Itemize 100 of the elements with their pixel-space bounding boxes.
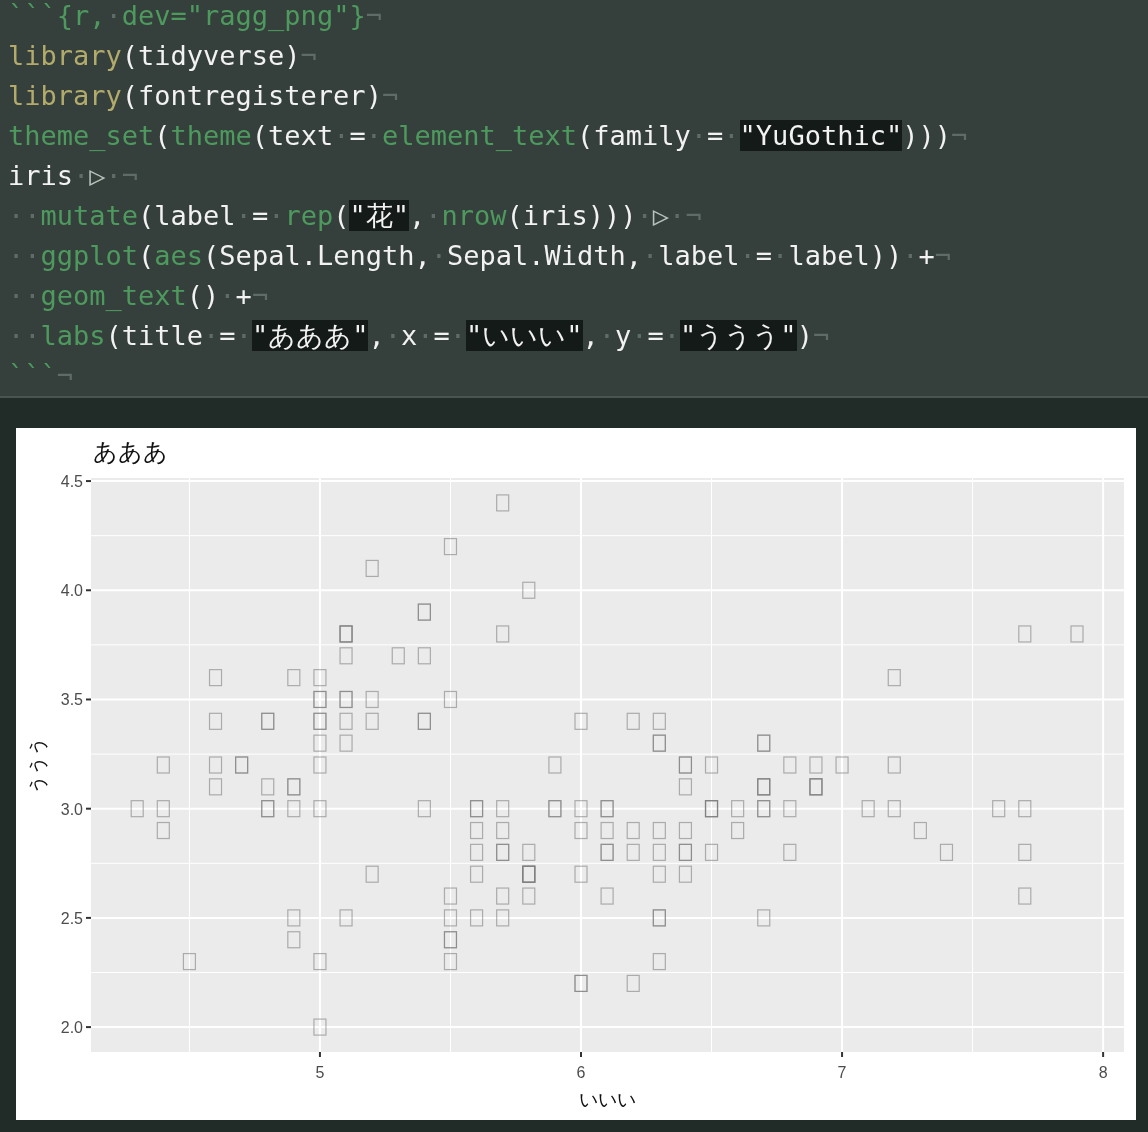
tofu-point — [469, 909, 484, 927]
tofu-point — [365, 559, 379, 577]
code-line: library(tidyverse)¬ — [8, 39, 318, 73]
tofu-point — [652, 865, 666, 883]
x-axis-title: いいい — [579, 1088, 636, 1110]
code-line: ```¬ — [8, 359, 75, 393]
tofu-point — [130, 800, 144, 818]
tofu-point — [783, 843, 797, 861]
code-line: ··geom_text()·+¬ — [8, 279, 270, 313]
tofu-point — [261, 778, 275, 796]
code-line: ```{r,·dev="ragg_png"}¬ — [8, 0, 383, 33]
y-axis-title: ううう — [26, 736, 48, 794]
tofu-point — [417, 800, 431, 818]
y-tick-label: 3.0 — [60, 800, 83, 818]
tofu-point — [313, 756, 327, 774]
tofu-point — [1018, 887, 1032, 905]
tofu-point — [313, 1018, 327, 1036]
tofu-point — [208, 756, 223, 774]
tofu-point — [496, 625, 510, 643]
tofu-point — [391, 647, 405, 665]
tofu-point — [496, 887, 510, 905]
tofu-point — [313, 800, 327, 818]
tofu-point — [208, 669, 223, 687]
tofu-point — [469, 821, 484, 840]
tofu-point — [652, 953, 666, 971]
tofu-point — [861, 800, 875, 818]
tofu-point — [339, 647, 353, 665]
plot-title: あああ — [93, 438, 168, 466]
y-tick-label: 2.0 — [60, 1019, 83, 1037]
tofu-point — [574, 865, 588, 883]
tofu-point — [469, 865, 484, 883]
tofu-point — [887, 800, 901, 818]
tofu-point — [704, 843, 719, 861]
tofu-point — [1018, 843, 1032, 861]
tofu-point — [443, 690, 458, 709]
tofu-point — [626, 974, 640, 992]
tofu-point — [339, 734, 353, 752]
tofu-point — [678, 865, 693, 883]
code-line: ··mutate(label·=·rep("花",·nrow(iris)))·▷·¬ — [8, 199, 703, 233]
tofu-point — [339, 909, 353, 927]
tofu-point — [522, 581, 536, 599]
tofu-point — [156, 756, 170, 774]
tofu-point — [469, 843, 484, 861]
tofu-point — [887, 756, 901, 774]
tofu-point — [182, 953, 196, 971]
y-tick-label: 3.5 — [60, 691, 83, 709]
tofu-point — [626, 821, 640, 840]
x-tick-label: 5 — [315, 1064, 325, 1081]
tofu-point — [443, 887, 458, 905]
tofu-point — [548, 756, 562, 774]
tofu-point — [731, 800, 745, 818]
tofu-point — [522, 843, 536, 861]
tofu-point — [939, 843, 954, 861]
tofu-point — [287, 800, 301, 818]
code-line: library(fontregisterer)¬ — [8, 79, 400, 113]
tofu-point — [365, 712, 379, 730]
tofu-point — [626, 712, 640, 730]
tofu-point — [417, 647, 431, 665]
tofu-point — [887, 669, 901, 687]
tofu-point — [574, 712, 588, 730]
tofu-point — [339, 712, 353, 730]
tofu-point — [678, 778, 693, 796]
tofu-point — [731, 821, 745, 840]
x-tick-label: 7 — [837, 1064, 847, 1081]
tofu-point — [913, 821, 927, 840]
y-tick-label: 2.5 — [60, 909, 83, 927]
tofu-point — [1070, 625, 1084, 643]
code-line: ··ggplot(aes(Sepal.Length,·Sepal.Width,·label·=·label))·+¬ — [8, 239, 952, 273]
tofu-point — [365, 865, 379, 883]
tofu-point — [783, 800, 797, 818]
code-line: ··labs(title·=·"あああ",·x·=·"いいい",·y·=·"ううう")¬ — [8, 319, 831, 353]
y-tick-label: 4.0 — [60, 582, 83, 600]
tofu-point — [287, 669, 301, 687]
tofu-point — [313, 734, 327, 752]
tofu-point — [443, 953, 458, 971]
tofu-point — [992, 800, 1006, 818]
tofu-point — [600, 821, 614, 840]
tofu-point — [365, 690, 379, 709]
tofu-point — [600, 887, 614, 905]
tofu-point — [313, 669, 327, 687]
x-tick-label: 8 — [1098, 1064, 1108, 1081]
tofu-point — [809, 756, 823, 774]
tofu-point — [652, 821, 666, 840]
tofu-point — [1018, 800, 1032, 818]
code-editor[interactable] — [0, 0, 1148, 398]
tofu-point — [522, 887, 536, 905]
tofu-point — [313, 953, 327, 971]
tofu-point — [156, 821, 170, 840]
code-line: iris·▷·¬ — [8, 159, 140, 193]
tofu-point — [443, 909, 458, 927]
tofu-point — [626, 843, 640, 861]
tofu-point — [287, 909, 301, 927]
tofu-point — [156, 800, 170, 818]
tofu-point — [208, 712, 223, 730]
tofu-point — [208, 778, 223, 796]
tofu-point — [783, 756, 797, 774]
tofu-point — [287, 931, 301, 949]
tofu-point — [496, 800, 510, 818]
tofu-point — [496, 909, 510, 927]
tofu-point — [652, 843, 666, 861]
